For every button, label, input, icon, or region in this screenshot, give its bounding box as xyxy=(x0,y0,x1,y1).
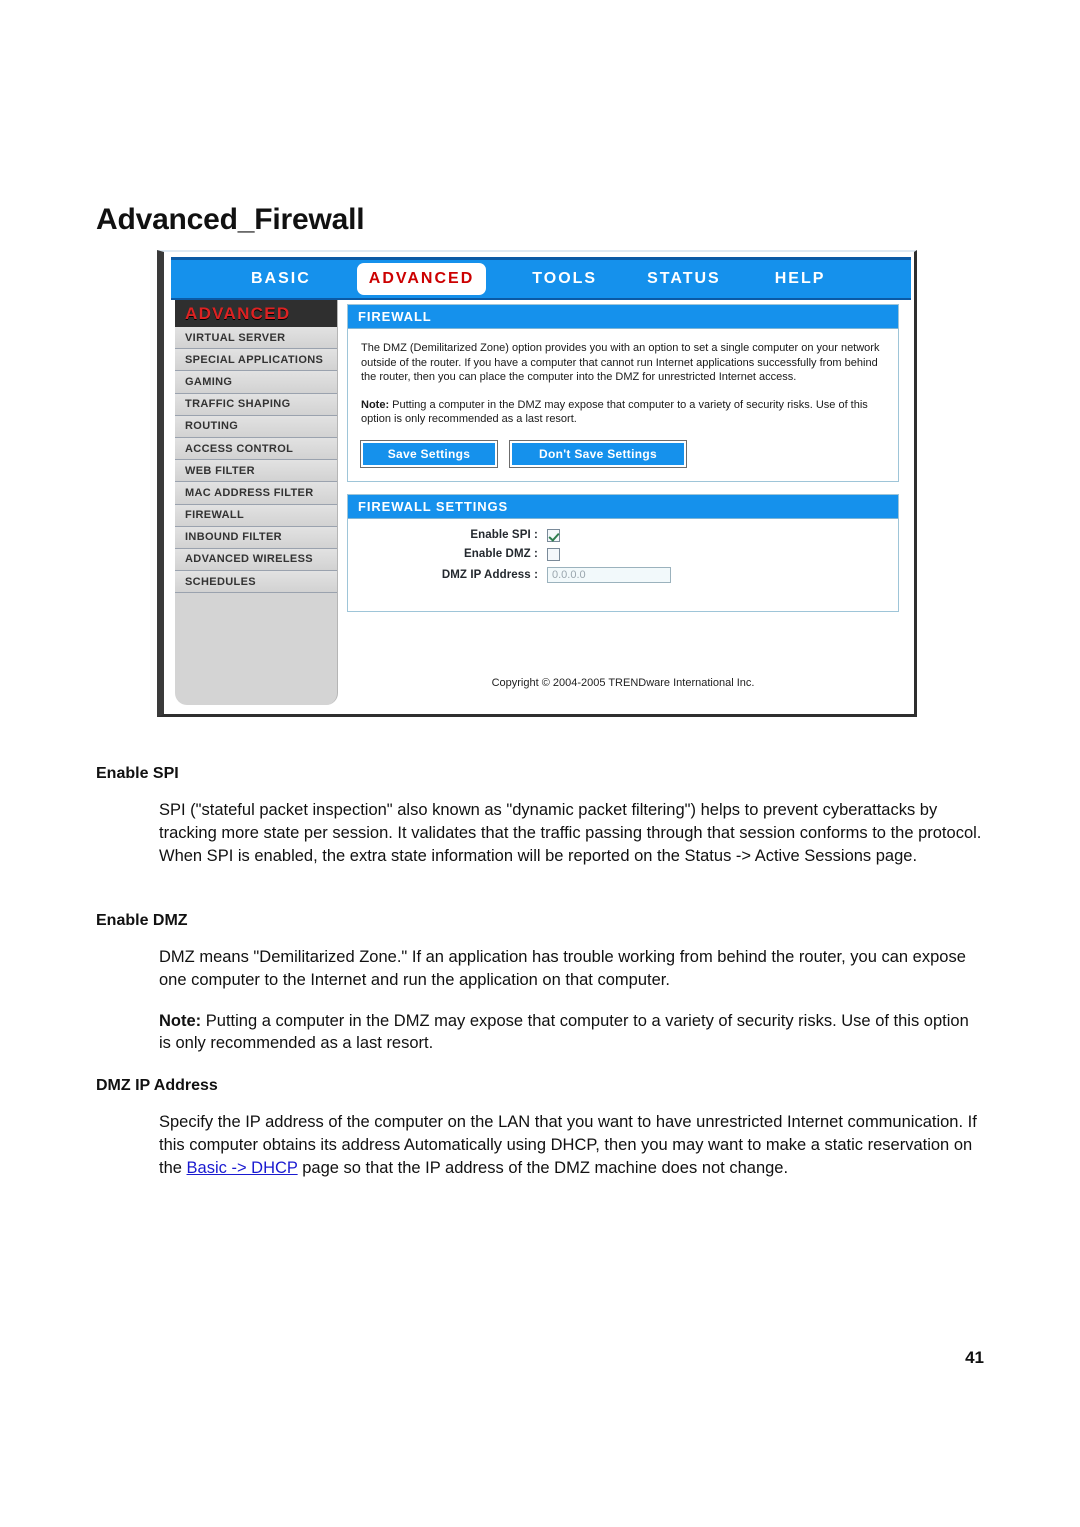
section-body-enable-dmz: DMZ means "Demilitarized Zone." If an ap… xyxy=(159,946,984,1055)
sidebar-title: ADVANCED xyxy=(175,300,337,327)
enable-spi-checkbox[interactable] xyxy=(547,528,560,542)
copyright-text: Copyright © 2004-2005 TRENDware Internat… xyxy=(491,677,755,689)
browser-frame: BASIC ADVANCED TOOLS STATUS HELP ADVANCE… xyxy=(157,250,917,717)
section-enable-spi: Enable SPI SPI ("stateful packet inspect… xyxy=(96,765,984,867)
top-navigation: BASIC ADVANCED TOOLS STATUS HELP xyxy=(171,257,911,300)
enable-spi-row: Enable SPI : xyxy=(348,528,898,542)
section-body-enable-spi: SPI ("stateful packet inspection" also k… xyxy=(159,799,984,867)
firewall-settings-panel: FIREWALL SETTINGS Enable SPI : Enable DM… xyxy=(347,493,899,612)
dmz-ip-text-part2: page so that the IP address of the DMZ m… xyxy=(297,1158,789,1177)
browser-viewport: BASIC ADVANCED TOOLS STATUS HELP ADVANCE… xyxy=(171,254,911,711)
sidebar-item-web-filter[interactable]: WEB FILTER xyxy=(175,460,337,483)
firewall-settings-heading: FIREWALL SETTINGS xyxy=(348,494,898,519)
sidebar-item-firewall[interactable]: FIREWALL xyxy=(175,504,337,527)
enable-dmz-checkbox[interactable] xyxy=(547,547,560,561)
section-heading-dmz-ip-address: DMZ IP Address xyxy=(96,1077,218,1094)
enable-spi-label: Enable SPI : xyxy=(470,529,538,541)
section-heading-enable-spi: Enable SPI xyxy=(96,765,179,782)
firewall-settings-body: Enable SPI : Enable DMZ : DMZ IP Address… xyxy=(348,519,898,611)
section-body-dmz-ip-address: Specify the IP address of the computer o… xyxy=(159,1111,984,1179)
dmz-ip-row: DMZ IP Address : 0.0.0.0 xyxy=(348,566,898,583)
firewall-panel-body: The DMZ (Demilitarized Zone) option prov… xyxy=(348,329,898,481)
basic-dhcp-link[interactable]: Basic -> DHCP xyxy=(187,1159,298,1177)
nav-item-advanced[interactable]: ADVANCED xyxy=(356,263,487,295)
sidebar-item-inbound-filter[interactable]: INBOUND FILTER xyxy=(175,526,337,549)
sidebar-item-schedules[interactable]: SCHEDULES xyxy=(175,571,337,594)
page-title: Advanced_Firewall xyxy=(96,203,365,236)
dmz-note-text: Putting a computer in the DMZ may expose… xyxy=(159,1011,969,1053)
sidebar: ADVANCED VIRTUAL SERVER SPECIAL APPLICAT… xyxy=(175,300,338,705)
section-enable-dmz: Enable DMZ DMZ means "Demilitarized Zone… xyxy=(96,912,984,1055)
spi-paragraph: SPI ("stateful packet inspection" also k… xyxy=(159,801,982,865)
sidebar-item-virtual-server[interactable]: VIRTUAL SERVER xyxy=(175,327,337,350)
dont-save-settings-button[interactable]: Don't Save Settings xyxy=(509,439,687,468)
router-ui-screenshot: BASIC ADVANCED TOOLS STATUS HELP ADVANCE… xyxy=(157,250,917,717)
sidebar-item-traffic-shaping[interactable]: TRAFFIC SHAPING xyxy=(175,393,337,416)
enable-dmz-row: Enable DMZ : xyxy=(348,547,898,561)
firewall-description: The DMZ (Demilitarized Zone) option prov… xyxy=(361,342,880,383)
dmz-paragraph: DMZ means "Demilitarized Zone." If an ap… xyxy=(159,948,966,989)
firewall-note-text: Putting a computer in the DMZ may expose… xyxy=(361,398,868,426)
section-dmz-ip-address: DMZ IP Address Specify the IP address of… xyxy=(96,1077,984,1179)
page-number: 41 xyxy=(965,1348,984,1367)
nav-item-status[interactable]: STATUS xyxy=(645,260,723,298)
main-content: FIREWALL The DMZ (Demilitarized Zone) op… xyxy=(347,304,899,705)
firewall-note: Note: Putting a computer in the DMZ may … xyxy=(361,398,885,427)
sidebar-item-special-applications[interactable]: SPECIAL APPLICATIONS xyxy=(175,349,337,372)
sidebar-item-routing[interactable]: ROUTING xyxy=(175,415,337,438)
save-settings-button[interactable]: Save Settings xyxy=(360,439,498,468)
section-heading-enable-dmz: Enable DMZ xyxy=(96,912,188,929)
enable-dmz-label: Enable DMZ : xyxy=(463,548,538,560)
firewall-note-label: Note: xyxy=(361,398,390,411)
dmz-note-label: Note: xyxy=(159,1011,202,1030)
sidebar-item-gaming[interactable]: GAMING xyxy=(175,371,337,394)
firewall-panel-heading: FIREWALL xyxy=(348,305,898,329)
firewall-panel: FIREWALL The DMZ (Demilitarized Zone) op… xyxy=(347,304,899,482)
dmz-ip-address-input[interactable]: 0.0.0.0 xyxy=(547,566,671,583)
sidebar-item-access-control[interactable]: ACCESS CONTROL xyxy=(175,437,337,461)
dmz-note-paragraph: Note: Putting a computer in the DMZ may … xyxy=(159,1010,984,1056)
sidebar-item-mac-address-filter[interactable]: MAC ADDRESS FILTER xyxy=(175,482,337,505)
nav-item-basic[interactable]: BASIC xyxy=(249,260,313,298)
sidebar-item-advanced-wireless[interactable]: ADVANCED WIRELESS xyxy=(175,548,337,572)
dmz-ip-paragraph: Specify the IP address of the computer o… xyxy=(159,1111,984,1179)
nav-item-tools[interactable]: TOOLS xyxy=(530,260,599,298)
firewall-button-row: Save Settings Don't Save Settings xyxy=(360,439,885,471)
dmz-ip-address-label: DMZ IP Address : xyxy=(441,568,538,581)
nav-item-help[interactable]: HELP xyxy=(773,260,828,298)
